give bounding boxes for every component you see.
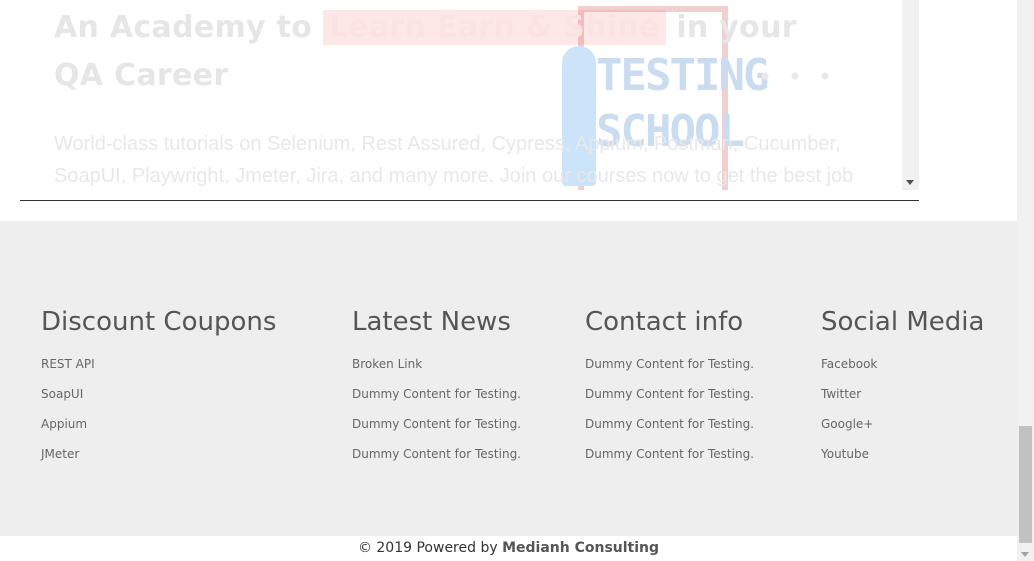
footer-link-news[interactable]: Dummy Content for Testing. — [352, 439, 521, 469]
footer-link-twitter[interactable]: Twitter — [821, 379, 984, 409]
footer-heading: Discount Coupons — [41, 307, 277, 337]
footer-link-soapui[interactable]: SoapUI — [41, 379, 276, 409]
footer-heading: Contact info — [585, 307, 744, 337]
footer-link-broken-link[interactable]: Broken Link — [352, 349, 521, 379]
hero-title-start: An Academy to — [54, 10, 313, 45]
footer-link-jmeter[interactable]: JMeter — [41, 439, 276, 469]
footer-heading: Social Media — [821, 307, 985, 337]
footer-link-google-plus[interactable]: Google+ — [821, 409, 984, 439]
copyright-bar: © 2019 Powered by Medianh Consulting — [0, 536, 1017, 561]
footer-column-latest-news: Latest News Broken Link Dummy Content fo… — [352, 305, 521, 469]
scroll-down-arrow-icon[interactable] — [1021, 552, 1029, 557]
page-scrollbar[interactable] — [1017, 0, 1034, 561]
footer-column-discount-coupons: Discount Coupons REST API SoapUI Appium … — [41, 305, 276, 469]
footer-link-contact[interactable]: Dummy Content for Testing. — [585, 379, 754, 409]
embedded-iframe[interactable]: TESTING SCHOOL An Academy to Learn Earn … — [20, 0, 919, 201]
footer-column-social-media: Social Media Facebook Twitter Google+ Yo… — [821, 305, 984, 469]
footer-link-contact[interactable]: Dummy Content for Testing. — [585, 409, 754, 439]
footer-link-facebook[interactable]: Facebook — [821, 349, 984, 379]
hero-description: World-class tutorials on Selenium, Rest … — [54, 133, 854, 187]
scroll-down-arrow-icon[interactable] — [906, 180, 914, 185]
footer-link-news[interactable]: Dummy Content for Testing. — [352, 379, 521, 409]
footer-heading: Latest News — [352, 307, 511, 337]
footer-link-news[interactable]: Dummy Content for Testing. — [352, 409, 521, 439]
footer-link-contact[interactable]: Dummy Content for Testing. — [585, 439, 754, 469]
copyright-brand-link[interactable]: Medianh Consulting — [502, 540, 659, 556]
hero-title-highlight: Learn Earn & Shine — [322, 10, 666, 45]
scrollbar-thumb[interactable] — [1019, 426, 1032, 543]
footer-link-youtube[interactable]: Youtube — [821, 439, 984, 469]
hero-title: An Academy to Learn Earn & Shine in your… — [54, 4, 854, 100]
iframe-content: TESTING SCHOOL An Academy to Learn Earn … — [20, 0, 902, 190]
footer-column-contact-info: Contact info Dummy Content for Testing. … — [585, 305, 754, 469]
iframe-scrollbar[interactable] — [902, 0, 919, 190]
copyright-text: © 2019 Powered by — [357, 540, 498, 556]
site-footer: Discount Coupons REST API SoapUI Appium … — [0, 221, 1017, 536]
footer-link-rest-api[interactable]: REST API — [41, 349, 276, 379]
footer-link-appium[interactable]: Appium — [41, 409, 276, 439]
footer-link-contact[interactable]: Dummy Content for Testing. — [585, 349, 754, 379]
